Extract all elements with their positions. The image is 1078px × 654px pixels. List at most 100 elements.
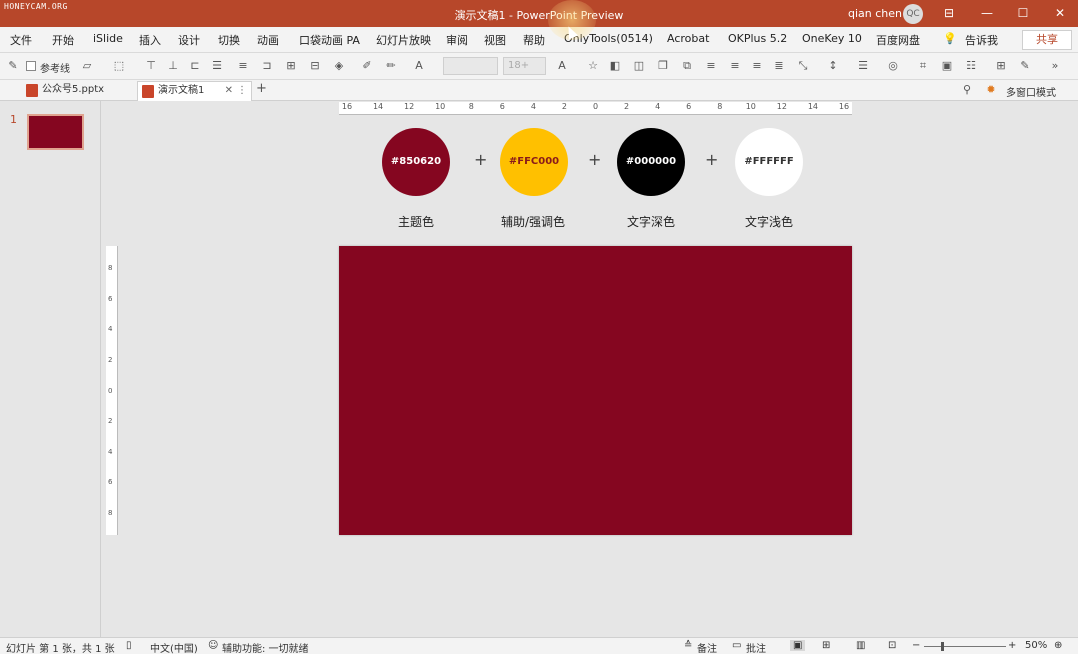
format-painter-icon[interactable]: ✎	[6, 59, 20, 73]
text-justify-icon[interactable]: ≣	[772, 59, 786, 73]
doc-tab-gongzhonghao[interactable]: 公众号5.pptx	[22, 81, 134, 101]
font-family-select[interactable]	[443, 57, 498, 75]
comments-button[interactable]: 批注	[746, 640, 766, 654]
pin-icon[interactable]: ⚲	[960, 83, 974, 97]
settings-gear-icon[interactable]: ✹	[984, 83, 998, 97]
ungroup-icon[interactable]: ⧉	[680, 59, 694, 73]
eyedropper-icon[interactable]: ✐	[360, 59, 374, 73]
spacing-icon[interactable]: ⊟	[308, 59, 322, 73]
horizontal-ruler[interactable]: 16 14 12 10 8 6 4 2 0 2 4 6 8 10 12 14 16	[339, 102, 852, 115]
dark-text-color-swatch[interactable]: #000000	[617, 128, 685, 196]
tab-review[interactable]: 审阅	[446, 32, 468, 48]
ruler-tick-label: 0	[592, 102, 599, 111]
tab-design[interactable]: 设计	[178, 32, 200, 48]
tab-file[interactable]: 文件	[10, 32, 32, 48]
zoom-level[interactable]: 50%	[1025, 640, 1047, 651]
tab-okplus[interactable]: OKPlus 5.2	[728, 32, 787, 45]
new-tab-button[interactable]: +	[256, 81, 267, 96]
doc-tab-presentation1[interactable]: 演示文稿1 ✕ ⋮	[137, 81, 252, 101]
selection-pane-icon[interactable]: ▣	[940, 59, 954, 73]
plus-sign: +	[588, 150, 602, 169]
comments-icon: ▭	[732, 640, 742, 651]
notes-button[interactable]: 备注	[697, 640, 717, 654]
theme-color-swatch[interactable]: #850620	[382, 128, 450, 196]
slide-thumbnail[interactable]	[27, 114, 84, 150]
light-text-color-swatch[interactable]: #FFFFFF	[735, 128, 803, 196]
align-top-icon[interactable]: ⊤	[144, 59, 158, 73]
tab-baidu-netdisk[interactable]: 百度网盘	[876, 32, 920, 48]
slide-canvas[interactable]	[339, 246, 852, 535]
notes-icon: ≙	[684, 640, 693, 651]
reading-view-icon[interactable]: ▥	[856, 640, 865, 651]
zoom-slider-thumb[interactable]	[941, 642, 944, 651]
tab-islide[interactable]: iSlide	[93, 32, 123, 45]
shape-fill-icon[interactable]: ◧	[608, 59, 622, 73]
zoom-slider-track[interactable]	[924, 646, 1006, 647]
language-indicator[interactable]: 中文(中国)	[150, 640, 198, 654]
copy-shape-icon[interactable]: ❐	[656, 59, 670, 73]
slideshow-icon[interactable]: ⊡	[888, 640, 896, 651]
align-left-icon[interactable]: ⊏	[188, 59, 202, 73]
font-color-icon[interactable]: A	[555, 59, 569, 73]
tab-view[interactable]: 视图	[484, 32, 506, 48]
tab-home[interactable]: 开始	[52, 32, 74, 48]
more-icon[interactable]: »	[1048, 59, 1062, 73]
ruler-tick-label: 2	[624, 102, 630, 111]
line-spacing-icon[interactable]: ↕	[826, 59, 840, 73]
fit-to-window-icon[interactable]: ⊕	[1054, 640, 1062, 651]
vertical-ruler[interactable]: 8 6 4 2 0 2 4 6 8	[106, 246, 118, 535]
user-name[interactable]: qian chen	[848, 7, 902, 20]
crop-icon[interactable]: ⌗	[916, 59, 930, 73]
character-spacing-icon[interactable]: A	[412, 59, 426, 73]
group-icon[interactable]: ⊞	[284, 59, 298, 73]
tab-insert[interactable]: 插入	[139, 32, 161, 48]
tab-slideshow[interactable]: 幻灯片放映	[376, 32, 431, 48]
tab-pocket-animation[interactable]: 口袋动画 PA	[299, 32, 360, 48]
multi-window-mode-button[interactable]: 多窗口模式	[1006, 84, 1056, 99]
close-button[interactable]: ✕	[1041, 0, 1078, 27]
outline-color-icon[interactable]: ✏	[384, 59, 398, 73]
textbox-icon[interactable]: ⬚	[112, 59, 126, 73]
fill-color-icon[interactable]: ◈	[332, 59, 346, 73]
tell-me-search[interactable]: 告诉我	[965, 32, 998, 48]
clear-format-icon[interactable]: ☆	[586, 59, 600, 73]
share-button[interactable]: 共享	[1022, 30, 1072, 50]
font-size-select[interactable]: 18+	[503, 57, 546, 75]
close-icon[interactable]: ✕	[225, 82, 233, 100]
zoom-in-button[interactable]: +	[1008, 640, 1016, 651]
distribute-icon[interactable]: ≡	[236, 59, 250, 73]
accent-color-label: 辅助/强调色	[500, 215, 566, 229]
ribbon-display-icon[interactable]: ⊟	[930, 0, 968, 27]
shape-select-icon[interactable]: ▱	[80, 59, 94, 73]
text-direction-icon[interactable]: ⤡	[796, 59, 810, 73]
arrange-icon[interactable]: ◫	[632, 59, 646, 73]
edit-shape-icon[interactable]: ✎	[1018, 59, 1032, 73]
spellcheck-icon[interactable]: ▯	[126, 640, 132, 651]
text-align-center-icon[interactable]: ≡	[728, 59, 742, 73]
slide-sorter-icon[interactable]: ⊞	[822, 640, 830, 651]
ruler-tick-label: 8	[108, 509, 113, 517]
shape-effects-icon[interactable]: ◎	[886, 59, 900, 73]
text-align-left-icon[interactable]: ≡	[704, 59, 718, 73]
tab-animations[interactable]: 动画	[257, 32, 279, 48]
align-center-icon[interactable]: ☰	[210, 59, 224, 73]
tab-acrobat[interactable]: Acrobat	[667, 32, 709, 45]
list-format-icon[interactable]: ☷	[964, 59, 978, 73]
accessibility-status[interactable]: 辅助功能: 一切就绪	[222, 640, 309, 654]
tab-transitions[interactable]: 切换	[218, 32, 240, 48]
bullets-icon[interactable]: ☰	[856, 59, 870, 73]
minimize-button[interactable]: —	[968, 0, 1006, 27]
avatar[interactable]: QC	[903, 4, 923, 24]
zoom-out-button[interactable]: −	[912, 640, 920, 651]
guides-checkbox[interactable]	[26, 61, 36, 71]
normal-view-icon[interactable]: ▣	[790, 640, 806, 651]
align-bottom-icon[interactable]: ⊥	[166, 59, 180, 73]
table-icon[interactable]: ⊞	[994, 59, 1008, 73]
align-middle-icon[interactable]: ⊐	[260, 59, 274, 73]
text-align-right-icon[interactable]: ≡	[750, 59, 764, 73]
tab-onekey[interactable]: OneKey 10	[802, 32, 862, 45]
more-options-icon[interactable]: ⋮	[237, 82, 247, 100]
tab-help[interactable]: 帮助	[523, 32, 545, 48]
accent-color-swatch[interactable]: #FFC000	[500, 128, 568, 196]
maximize-button[interactable]: ☐	[1004, 0, 1042, 27]
